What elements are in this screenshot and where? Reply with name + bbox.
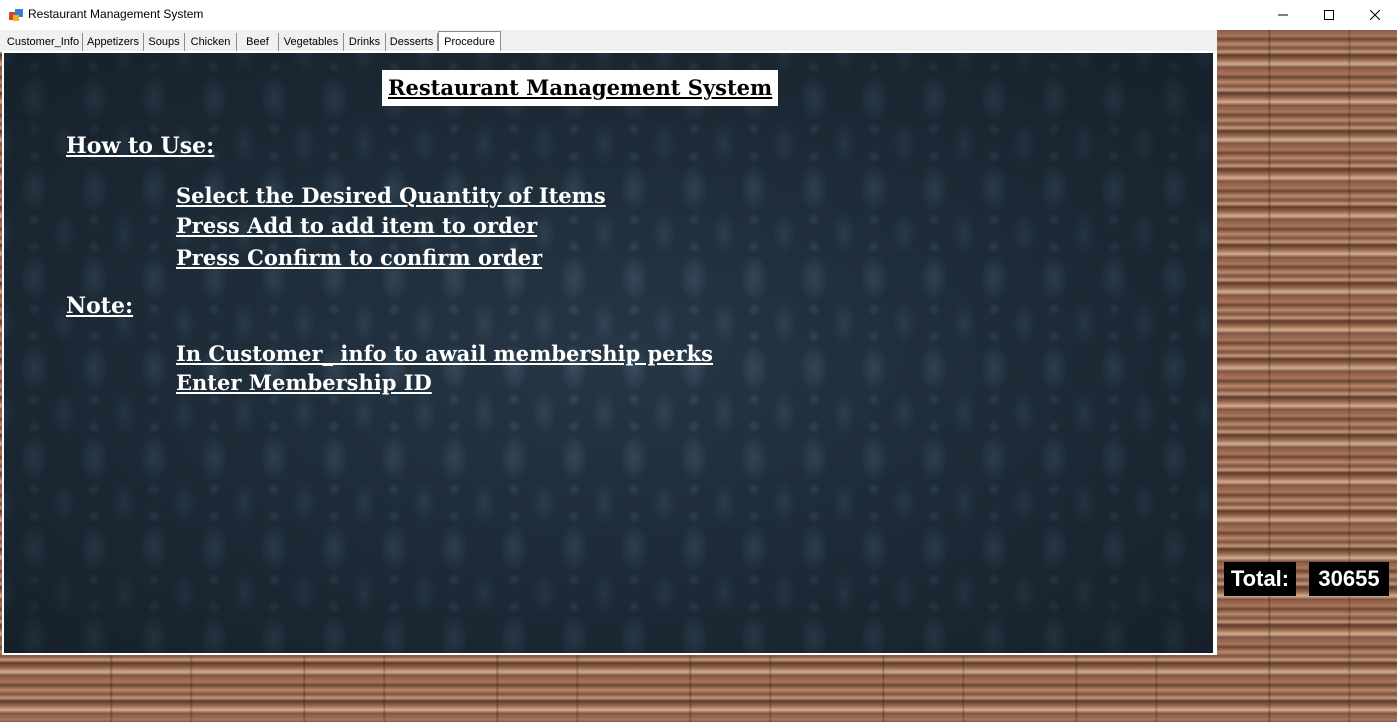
minimize-icon: [1278, 14, 1288, 16]
note-item: In Customer_ info to awail membership pe…: [176, 341, 713, 366]
step-item: Press Add to add item to order: [176, 213, 538, 238]
tab-panel-procedure: Restaurant Management System How to Use:…: [2, 51, 1217, 655]
tab-customer-info[interactable]: Customer_Info: [4, 33, 83, 51]
tab-desserts[interactable]: Desserts: [386, 33, 438, 51]
tab-strip: Customer_Info Appetizers Soups Chicken B…: [0, 30, 1217, 52]
tab-appetizers[interactable]: Appetizers: [83, 33, 144, 51]
title-bar: Restaurant Management System: [0, 0, 1397, 30]
maximize-icon: [1324, 10, 1334, 20]
note-item: Enter Membership ID: [176, 370, 432, 395]
step-item: Press Confirm to confirm order: [176, 245, 543, 270]
total-label: Total:: [1224, 562, 1296, 596]
tab-beef[interactable]: Beef: [237, 33, 279, 51]
maximize-button[interactable]: [1306, 0, 1352, 30]
close-button[interactable]: [1352, 0, 1397, 30]
app-icon: [9, 9, 23, 21]
page-title: Restaurant Management System: [382, 70, 779, 106]
tab-drinks[interactable]: Drinks: [344, 33, 386, 51]
tab-vegetables[interactable]: Vegetables: [279, 33, 344, 51]
window-title: Restaurant Management System: [28, 7, 204, 21]
damask-background: Restaurant Management System How to Use:…: [4, 53, 1213, 653]
note-heading: Note:: [66, 293, 134, 319]
minimize-button[interactable]: [1260, 0, 1306, 30]
close-icon: [1370, 10, 1380, 20]
how-to-use-heading: How to Use:: [66, 133, 215, 159]
tab-chicken[interactable]: Chicken: [185, 33, 237, 51]
tab-procedure[interactable]: Procedure: [438, 31, 501, 52]
tab-soups[interactable]: Soups: [144, 33, 185, 51]
step-item: Select the Desired Quantity of Items: [176, 183, 606, 208]
total-value: 30655: [1309, 562, 1389, 596]
